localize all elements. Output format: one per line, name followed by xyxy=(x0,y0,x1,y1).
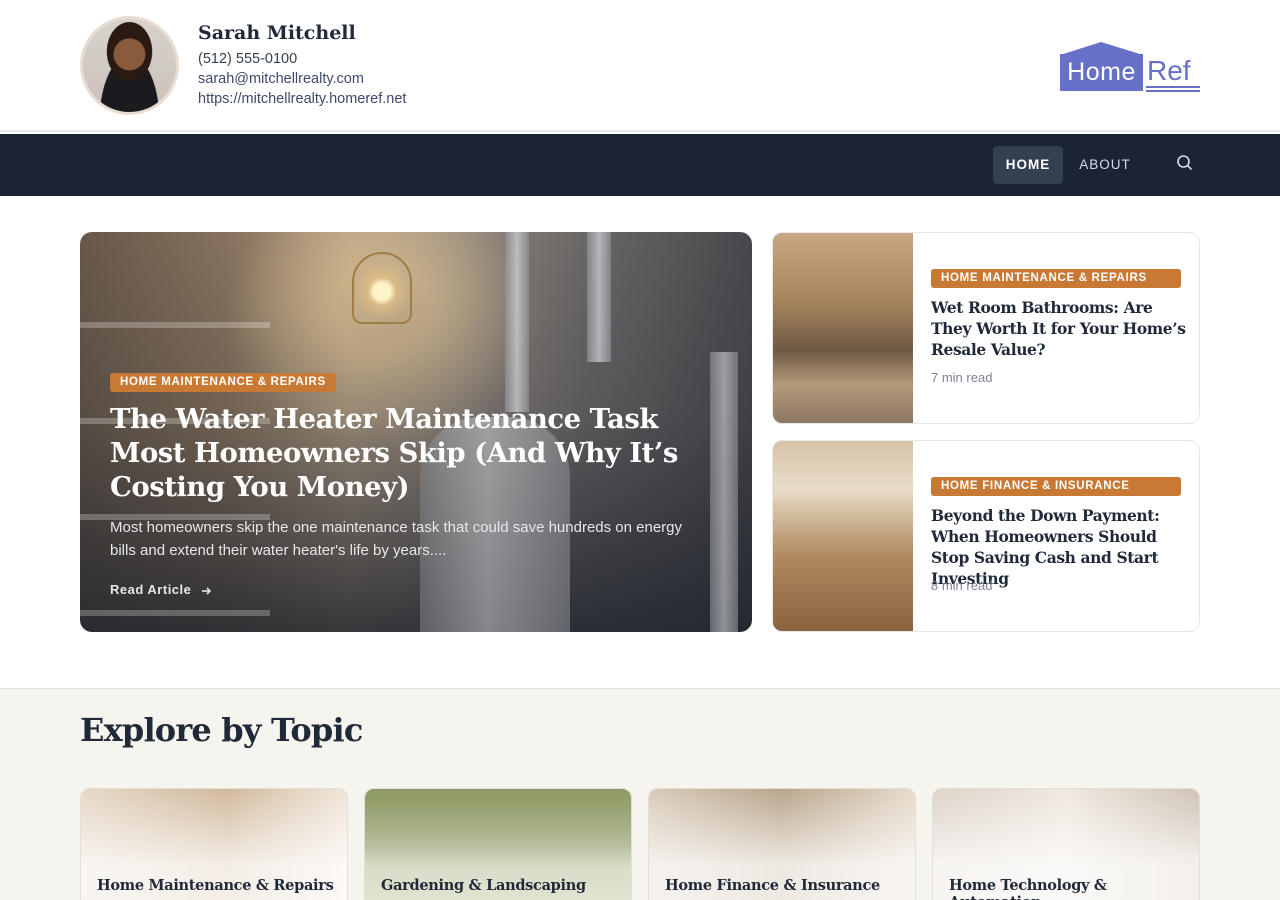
read-article-link[interactable]: Read Article xyxy=(110,582,214,597)
agent-phone[interactable]: (512) 555-0100 xyxy=(198,51,297,67)
site-header: Sarah Mitchell (512) 555-0100 sarah@mitc… xyxy=(0,0,1280,132)
logo-home-text: Home xyxy=(1060,54,1143,91)
agent-name: Sarah Mitchell xyxy=(198,22,356,44)
featured-article-excerpt: Most homeowners skip the one maintenance… xyxy=(110,519,683,559)
article-thumbnail[interactable] xyxy=(773,441,913,631)
article-title[interactable]: Wet Room Bathrooms: Are They Worth It fo… xyxy=(931,297,1186,360)
topic-label: Home Maintenance & Repairs xyxy=(97,877,334,894)
category-badge[interactable]: HOME FINANCE & INSURANCE xyxy=(931,477,1181,496)
search-icon[interactable] xyxy=(1174,152,1196,174)
featured-article-title[interactable]: The Water Heater Maintenance Task Most H… xyxy=(110,402,710,504)
category-badge[interactable]: HOME MAINTENANCE & REPAIRS xyxy=(110,373,336,392)
topic-label: Gardening & Landscaping xyxy=(381,877,586,894)
article-card[interactable]: HOME FINANCE & INSURANCE Beyond the Down… xyxy=(772,440,1200,632)
read-time: 8 min read xyxy=(931,578,993,593)
hero-image-bulb xyxy=(352,252,412,324)
topic-card-home-technology[interactable]: Home Technology & Automation xyxy=(932,788,1200,900)
logo-underline xyxy=(1146,90,1200,92)
topic-card-home-maintenance[interactable]: Home Maintenance & Repairs xyxy=(80,788,348,900)
topic-label: Home Finance & Insurance xyxy=(665,877,880,894)
category-badge[interactable]: HOME MAINTENANCE & REPAIRS xyxy=(931,269,1181,288)
main-nav: HOME ABOUT xyxy=(0,134,1280,196)
topic-label: Home Technology & Automation xyxy=(949,877,1107,900)
homeref-logo[interactable]: Home Ref xyxy=(1060,42,1200,92)
agent-email[interactable]: sarah@mitchellrealty.com xyxy=(198,71,364,87)
topic-card-gardening[interactable]: Gardening & Landscaping xyxy=(364,788,632,900)
hero-image-pipe xyxy=(710,352,738,632)
read-time: 7 min read xyxy=(931,370,993,385)
logo-ref-text: Ref xyxy=(1147,55,1191,86)
agent-avatar xyxy=(80,16,179,115)
category-badge-wrap: HOME FINANCE & INSURANCE xyxy=(931,477,1181,496)
hero-image-pipe xyxy=(587,232,611,362)
article-card[interactable]: HOME MAINTENANCE & REPAIRS Wet Room Bath… xyxy=(772,232,1200,424)
article-thumbnail[interactable] xyxy=(773,233,913,423)
article-title[interactable]: Beyond the Down Payment: When Homeowners… xyxy=(931,505,1186,589)
explore-section: Explore by Topic Home Maintenance & Repa… xyxy=(0,688,1280,900)
nav-item-home[interactable]: HOME xyxy=(993,146,1063,184)
agent-website[interactable]: https://mitchellrealty.homeref.net xyxy=(198,91,406,107)
nav-item-about[interactable]: ABOUT xyxy=(1068,146,1142,184)
arrow-right-icon xyxy=(196,582,214,597)
hero-image-pipe xyxy=(505,232,529,412)
explore-heading: Explore by Topic xyxy=(80,711,363,749)
logo-underline xyxy=(1146,86,1200,88)
topic-card-home-finance[interactable]: Home Finance & Insurance xyxy=(648,788,916,900)
featured-article-card[interactable]: HOME MAINTENANCE & REPAIRS The Water Hea… xyxy=(80,232,752,632)
read-article-label: Read Article xyxy=(110,582,192,597)
category-badge-wrap: HOME MAINTENANCE & REPAIRS xyxy=(931,269,1181,288)
